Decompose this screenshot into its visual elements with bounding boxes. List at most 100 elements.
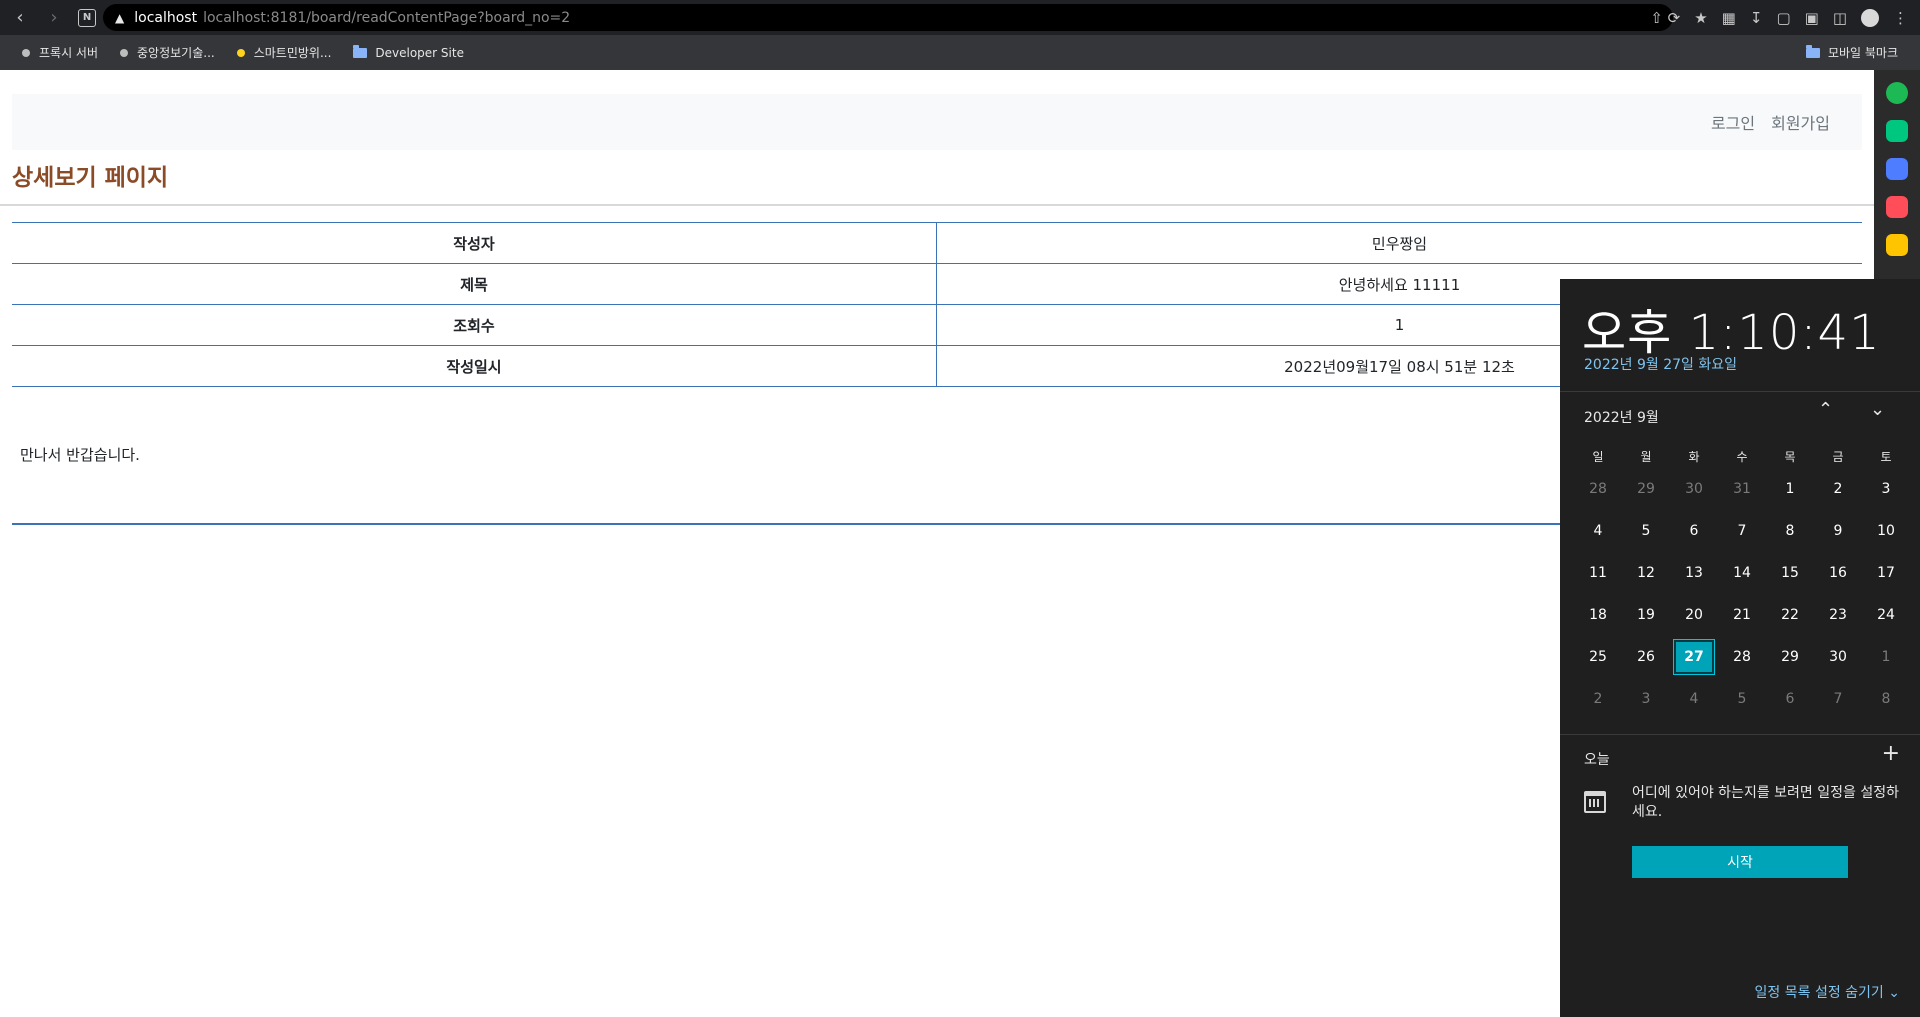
bookmark-dot-icon (22, 48, 30, 57)
calendar-grid: 일월화수목금토 28 29 30 31 1 2 3 4 5 6 7 8 9 10 11 12 13 14 15 16 1… (1574, 444, 1910, 720)
calendar-day[interactable]: 3 (1862, 481, 1910, 497)
calendar-day[interactable]: 29 (1766, 649, 1814, 665)
clock-date[interactable]: 2022년 9월 27일 화요일 (1584, 354, 1737, 374)
bookmark-label: 중앙정보기술... (137, 46, 215, 60)
calendar-day[interactable]: 5 (1622, 523, 1670, 539)
bookmark-dot-icon (236, 48, 245, 57)
calendar-day[interactable]: 12 (1622, 565, 1670, 581)
forward-icon[interactable]: › (40, 4, 68, 32)
page-title: 상세보기 페이지 (12, 165, 169, 191)
calendar-day[interactable]: 31 (1718, 481, 1766, 497)
calendar-day[interactable]: 8 (1766, 523, 1814, 539)
briefcase-app-icon[interactable] (1886, 158, 1908, 180)
weekday-label: 월 (1640, 449, 1652, 464)
calendar-month[interactable]: 2022년 9월 (1584, 407, 1659, 427)
screenshot-icon[interactable]: ▣ (1805, 9, 1819, 27)
calendar-day[interactable]: 7 (1814, 691, 1862, 707)
calendar-day[interactable]: 9 (1814, 523, 1862, 539)
calendar-day[interactable]: 13 (1670, 565, 1718, 581)
calendar-day[interactable]: 29 (1622, 481, 1670, 497)
chevron-up-icon[interactable]: ⌃ (1818, 399, 1833, 420)
chevron-down-icon[interactable]: ⌄ (1870, 399, 1885, 420)
calendar-day[interactable]: 23 (1814, 607, 1862, 623)
calendar-day[interactable]: 22 (1766, 607, 1814, 623)
back-icon[interactable]: ‹ (6, 4, 34, 32)
calendar-day[interactable]: 5 (1718, 691, 1766, 707)
calendar-day[interactable]: 20 (1670, 607, 1718, 623)
calendar-day[interactable]: 6 (1670, 523, 1718, 539)
add-event-icon[interactable]: + (1882, 741, 1900, 766)
calendar-day[interactable]: 26 (1622, 649, 1670, 665)
weekday-label: 수 (1736, 449, 1748, 464)
divider (1560, 734, 1920, 735)
address-bar[interactable]: ▲ localhost localhost:8181/board/readCon… (103, 4, 1673, 31)
star-app-icon[interactable] (1886, 234, 1908, 256)
table-row: 작성자 민우짱임 (12, 222, 1862, 264)
calendar-day[interactable]: 10 (1862, 523, 1910, 539)
calendar-day[interactable]: 28 (1574, 481, 1622, 497)
bookmark-central-info[interactable]: 중앙정보기술... (120, 44, 215, 61)
calendar-day[interactable]: 7 (1718, 523, 1766, 539)
start-button[interactable]: 시작 (1632, 846, 1848, 878)
url-host: localhost (134, 9, 198, 26)
calendar-flyout: 오후 1:10:41 2022년 9월 27일 화요일 2022년 9월 ⌃ ⌄… (1560, 279, 1920, 1017)
calendar-day[interactable]: 21 (1718, 607, 1766, 623)
hide-agenda-link[interactable]: 일정 목록 설정 숨기기 ⌄ (1755, 982, 1900, 1002)
calendar-day[interactable]: 16 (1814, 565, 1862, 581)
views-label: 조회수 (12, 304, 937, 346)
calendar-day[interactable]: 19 (1622, 607, 1670, 623)
post-body: 만나서 반갑습니다. (20, 446, 140, 464)
menu-icon[interactable]: ⋮ (1893, 9, 1908, 27)
calendar-day[interactable]: 28 (1718, 649, 1766, 665)
calendar-day[interactable]: 4 (1574, 523, 1622, 539)
created-at-label: 작성일시 (12, 345, 937, 387)
page-info-icon[interactable]: N (78, 8, 96, 27)
calendar-day[interactable]: 6 (1766, 691, 1814, 707)
calendar-week: 4 5 6 7 8 9 10 (1574, 510, 1910, 552)
url-full: localhost:8181/board/readContentPage?boa… (203, 9, 571, 26)
bookmark-smart-civil-defense[interactable]: 스마트민방위... (236, 44, 331, 61)
login-link[interactable]: 로그인 (1711, 110, 1755, 134)
calendar-day[interactable]: 3 (1622, 691, 1670, 707)
calendar-day[interactable]: 11 (1574, 565, 1622, 581)
bell-app-icon[interactable] (1886, 120, 1908, 142)
security-warning-icon[interactable]: ▲ (115, 11, 124, 25)
calendar-day[interactable]: 1 (1766, 481, 1814, 497)
refresh-icon[interactable]: ⟳ (1668, 9, 1681, 27)
bookmark-developer-site[interactable]: Developer Site (353, 44, 464, 60)
bookmark-proxy-server[interactable]: 프록시 서버 (22, 44, 98, 61)
bookmark-label: 모바일 북마크 (1827, 46, 1898, 60)
calendar-day-today[interactable]: 27 (1674, 640, 1714, 674)
calendar-day[interactable]: 24 (1862, 607, 1910, 623)
capture-icon[interactable]: ▢ (1776, 9, 1790, 27)
split-view-icon[interactable]: ◫ (1833, 9, 1847, 27)
calendar-day[interactable]: 30 (1814, 649, 1862, 665)
calendar-day[interactable]: 30 (1670, 481, 1718, 497)
calendar-week: 18 19 20 21 22 23 24 (1574, 594, 1910, 636)
signup-link[interactable]: 회원가입 (1771, 110, 1830, 134)
calendar-day[interactable]: 18 (1574, 607, 1622, 623)
calendar-day[interactable]: 1 (1862, 649, 1910, 665)
divider (0, 204, 1874, 206)
calendar-day[interactable]: 15 (1766, 565, 1814, 581)
agenda-title: 오늘 (1584, 752, 1610, 768)
extensions-icon[interactable]: ▦ (1722, 9, 1736, 27)
profile-avatar[interactable] (1861, 8, 1879, 27)
calendar-week: 28 29 30 31 1 2 3 (1574, 468, 1910, 510)
favorites-icon[interactable]: ★ (1694, 9, 1707, 27)
calendar-day[interactable]: 8 (1862, 691, 1910, 707)
calendar-day[interactable]: 2 (1574, 691, 1622, 707)
bookmark-mobile[interactable]: 모바일 북마크 (1805, 35, 1898, 70)
pocket-app-icon[interactable] (1886, 196, 1908, 218)
share-icon[interactable]: ⇧ (1650, 9, 1663, 27)
calendar-day[interactable]: 2 (1814, 481, 1862, 497)
calendar-day[interactable]: 4 (1670, 691, 1718, 707)
download-icon[interactable]: ↧ (1750, 9, 1763, 27)
writer-label: 작성자 (12, 222, 937, 264)
bookmark-label: Developer Site (375, 45, 464, 60)
calendar-day[interactable]: 14 (1718, 565, 1766, 581)
calendar-day[interactable]: 17 (1862, 565, 1910, 581)
weekday-label: 토 (1880, 449, 1892, 464)
green-app-icon[interactable] (1886, 82, 1908, 104)
calendar-day[interactable]: 25 (1574, 649, 1622, 665)
